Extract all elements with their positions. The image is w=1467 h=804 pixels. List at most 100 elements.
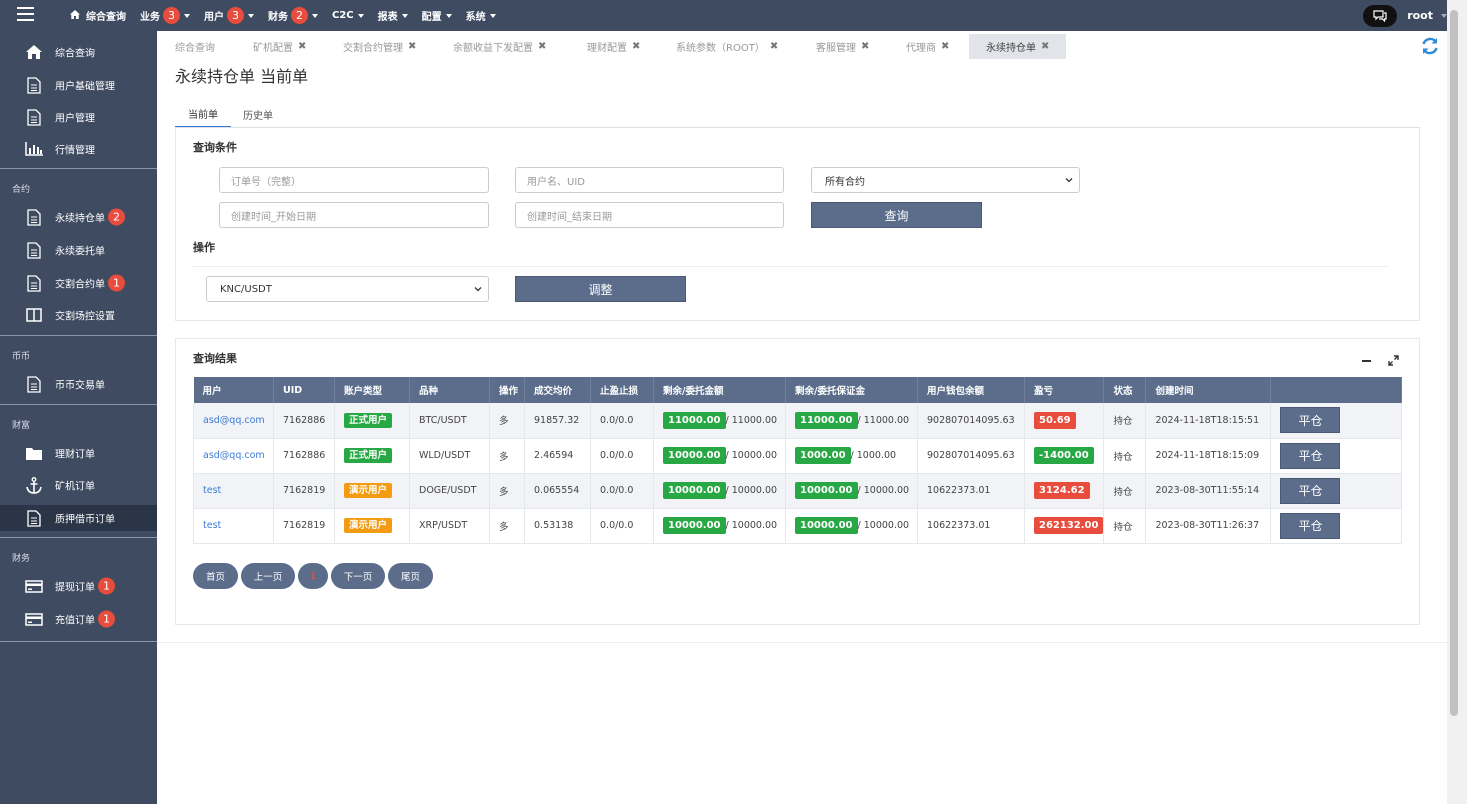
close-icon[interactable]: ✖: [941, 41, 949, 52]
sidebar-item-user-basic[interactable]: 用户基础管理: [0, 72, 157, 98]
page-first-button[interactable]: 首页: [193, 563, 238, 589]
subtab-history[interactable]: 历史单: [233, 100, 283, 128]
sidebar-label-text: 永续持仓单: [55, 213, 105, 225]
nav-reports[interactable]: 报表: [378, 8, 408, 23]
nav-users[interactable]: 用户 3: [204, 7, 254, 24]
page-last-button[interactable]: 尾页: [388, 563, 433, 589]
tab-agents[interactable]: 代理商 ✖: [906, 34, 949, 59]
nav-c2c[interactable]: C2C: [332, 10, 364, 21]
close-icon[interactable]: ✖: [861, 41, 869, 52]
refresh-icon[interactable]: [1420, 36, 1440, 56]
subtab-current[interactable]: 当前单: [175, 100, 231, 128]
sidebar-item-withdraw-orders[interactable]: 提现订单 1: [0, 573, 157, 599]
page-next-button[interactable]: 下一页: [331, 563, 385, 589]
file-icon: [25, 108, 43, 126]
sidebar-item-miner-orders[interactable]: 矿机订单: [0, 472, 157, 498]
cell-pair: XRP/USDT: [409, 508, 490, 544]
user-link[interactable]: test: [203, 485, 221, 496]
user-menu[interactable]: root: [1407, 9, 1433, 22]
sidebar-item-label: 理财订单: [55, 449, 95, 461]
tab-overview[interactable]: 综合查询: [175, 34, 215, 59]
nav-config[interactable]: 配置: [422, 8, 452, 23]
user-link[interactable]: asd@qq.com: [203, 415, 265, 426]
sidebar-item-perpetual-positions[interactable]: 永续持仓单 2: [0, 204, 157, 230]
close-icon[interactable]: ✖: [632, 41, 640, 52]
pnl-badge: 3124.62: [1034, 482, 1090, 499]
page-current-button[interactable]: 1: [298, 563, 328, 589]
close-icon[interactable]: ✖: [298, 41, 306, 52]
cell-wallet: 902807014095.63: [917, 438, 1025, 474]
tab-system-params[interactable]: 系统参数（ROOT） ✖: [676, 34, 778, 59]
cell-action: 平仓: [1270, 438, 1402, 474]
sidebar-section-wealth: 财富: [12, 421, 31, 431]
query-title: 查询条件: [193, 141, 237, 154]
sidebar-item-user-manage[interactable]: 用户管理: [0, 104, 157, 130]
cell-pair: WLD/USDT: [409, 438, 490, 474]
tab-miner-config[interactable]: 矿机配置 ✖: [253, 34, 306, 59]
end-date-input[interactable]: 创建时间_结束日期: [515, 202, 784, 228]
sidebar-item-perpetual-orders[interactable]: 永续委托单: [0, 237, 157, 263]
pair-select[interactable]: KNC/USDT: [206, 276, 489, 302]
order-no-input[interactable]: 订单号（完整）: [219, 167, 489, 193]
sidebar-badge: 1: [98, 577, 115, 595]
sidebar-item-deposit-orders[interactable]: 充值订单 1: [0, 606, 157, 632]
chevron-down-icon: [248, 13, 254, 18]
sidebar-divider: [0, 168, 157, 169]
nav-home[interactable]: 综合查询: [70, 8, 126, 23]
close-position-button[interactable]: 平仓: [1280, 512, 1341, 539]
nav-system[interactable]: 系统: [466, 8, 496, 23]
tab-balance-yield[interactable]: 余额收益下发配置 ✖: [453, 34, 546, 59]
col-margin: 剩余/委托保证金: [785, 377, 918, 403]
cell-user: asd@qq.com: [193, 403, 274, 439]
cell-status: 持仓: [1103, 473, 1147, 509]
user-link[interactable]: test: [203, 520, 221, 531]
scrollbar-thumb[interactable]: [1450, 10, 1458, 716]
amount-total: / 10000.00: [725, 520, 778, 531]
minimize-icon[interactable]: [1362, 360, 1371, 362]
close-position-button[interactable]: 平仓: [1280, 477, 1341, 504]
account-type-badge: 正式用户: [344, 448, 393, 463]
operations-title: 操作: [193, 241, 215, 254]
contract-select-value: 所有合约: [825, 176, 865, 188]
close-position-button[interactable]: 平仓: [1280, 407, 1341, 434]
close-position-button[interactable]: 平仓: [1280, 442, 1341, 469]
chevron-down-icon: [1065, 178, 1073, 183]
cell-price: 2.46594: [524, 438, 591, 474]
tab-support[interactable]: 客服管理 ✖: [816, 34, 869, 59]
start-date-input[interactable]: 创建时间_开始日期: [219, 202, 489, 228]
sidebar-item-delivery-orders[interactable]: 交割合约单 1: [0, 270, 157, 296]
close-icon[interactable]: ✖: [408, 41, 416, 52]
chat-icon[interactable]: [1363, 4, 1398, 27]
amount-total: / 10000.00: [725, 485, 778, 496]
tab-delivery-contract[interactable]: 交割合约管理 ✖: [343, 34, 416, 59]
nav-business[interactable]: 业务 3: [140, 7, 190, 24]
sidebar-item-spot-orders[interactable]: 币币交易单: [0, 371, 157, 397]
nav-label: 财务: [268, 12, 288, 23]
tab-finance-config[interactable]: 理财配置 ✖: [587, 34, 640, 59]
cell-pnl: 3124.62: [1024, 473, 1105, 509]
tab-perpetual-positions[interactable]: 永续持仓单 ✖: [969, 34, 1067, 59]
sidebar-item-delivery-control[interactable]: 交割场控设置: [0, 302, 157, 328]
chevron-down-icon: [312, 13, 318, 18]
nav-finance[interactable]: 财务 2: [268, 7, 318, 24]
contract-select[interactable]: 所有合约: [811, 167, 1080, 193]
cell-user: test: [193, 508, 274, 544]
sidebar-item-market[interactable]: 行情管理: [0, 136, 157, 162]
adjust-button[interactable]: 调整: [515, 276, 686, 302]
user-search-input[interactable]: 用户名、UID: [515, 167, 784, 193]
user-link[interactable]: asd@qq.com: [203, 450, 265, 461]
sidebar-item-finance-orders[interactable]: 理财订单: [0, 440, 157, 466]
menu-toggle-icon[interactable]: [17, 7, 34, 21]
sidebar-item-overview[interactable]: 综合查询: [0, 39, 157, 65]
close-icon[interactable]: ✖: [1041, 41, 1049, 52]
close-icon[interactable]: ✖: [770, 41, 778, 52]
close-icon[interactable]: ✖: [538, 41, 546, 52]
cell-action: 平仓: [1270, 473, 1402, 509]
expand-icon[interactable]: [1388, 355, 1399, 366]
search-button[interactable]: 查询: [811, 202, 982, 228]
cell-wallet: 902807014095.63: [917, 403, 1025, 439]
sidebar-item-label: 用户基础管理: [55, 81, 115, 93]
cell-tpsl: 0.0/0.0: [590, 403, 654, 439]
page-prev-button[interactable]: 上一页: [241, 563, 295, 589]
sidebar-item-pledge-orders[interactable]: 质押借币订单: [0, 505, 157, 531]
